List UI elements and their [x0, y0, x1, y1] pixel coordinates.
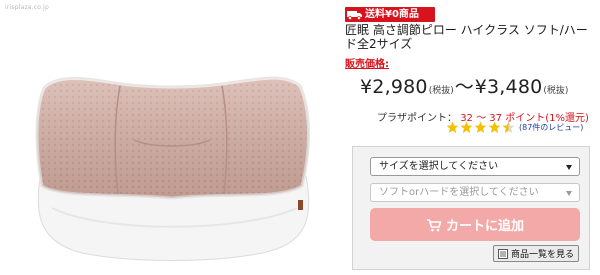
- add-to-cart-button[interactable]: カートに追加: [370, 208, 580, 241]
- star-icon: [446, 121, 459, 134]
- half-star-icon: [502, 121, 515, 134]
- purchase-options-panel: サイズを選択してください ソフトorハードを選択してください カートに追加 商品…: [352, 146, 590, 270]
- firmness-select[interactable]: ソフトorハードを選択してください: [370, 183, 580, 202]
- add-to-cart-label: カートに追加: [445, 219, 524, 234]
- price-range: ¥2,980 (税抜) 〜 ¥3,480 (税抜): [360, 72, 600, 99]
- star-icon: [474, 121, 487, 134]
- firmness-select-value: ソフトorハードを選択してください: [379, 187, 539, 198]
- size-select[interactable]: サイズを選択してください: [370, 157, 580, 176]
- review-count-link[interactable]: (87件のレビュー): [519, 122, 583, 133]
- price-min: ¥2,980: [360, 76, 428, 98]
- site-watermark: irisplaza.co.jp: [5, 4, 50, 11]
- cart-icon: [426, 218, 442, 231]
- product-title: 匠眠 高さ調節ピロー ハイクラス ソフト/ハード全2サイズ: [345, 23, 588, 51]
- view-product-list-button[interactable]: 商品一覧を見る: [493, 245, 579, 262]
- price-max-tax-note: (税抜): [543, 86, 569, 96]
- star-rating: [446, 121, 516, 134]
- rating-row: (87件のレビュー): [446, 121, 583, 134]
- star-icon: [488, 121, 501, 134]
- price-max: ¥3,480: [474, 76, 543, 98]
- free-shipping-badge: 送料¥0商品: [345, 7, 435, 22]
- price-label: 販売価格:: [345, 59, 389, 70]
- product-info-pane: 送料¥0商品 匠眠 高さ調節ピロー ハイクラス ソフト/ハード全2サイズ 販売価…: [340, 0, 600, 275]
- chevron-down-icon: [566, 165, 572, 170]
- badge-label: 送料¥0商品: [365, 9, 419, 20]
- pillow-product-image[interactable]: [22, 58, 322, 263]
- truck-icon: [345, 7, 365, 22]
- list-icon: [497, 248, 508, 259]
- points-label: プラザポイント：: [377, 113, 457, 124]
- price-separator: 〜: [454, 76, 474, 98]
- product-image-pane: irisplaza.co.jp: [0, 0, 340, 275]
- star-icon: [460, 121, 473, 134]
- price-min-tax-note: (税抜): [428, 86, 454, 96]
- size-select-value: サイズを選択してください: [379, 161, 499, 172]
- view-product-list-label: 商品一覧を見る: [510, 250, 574, 260]
- chevron-down-icon: [566, 191, 572, 196]
